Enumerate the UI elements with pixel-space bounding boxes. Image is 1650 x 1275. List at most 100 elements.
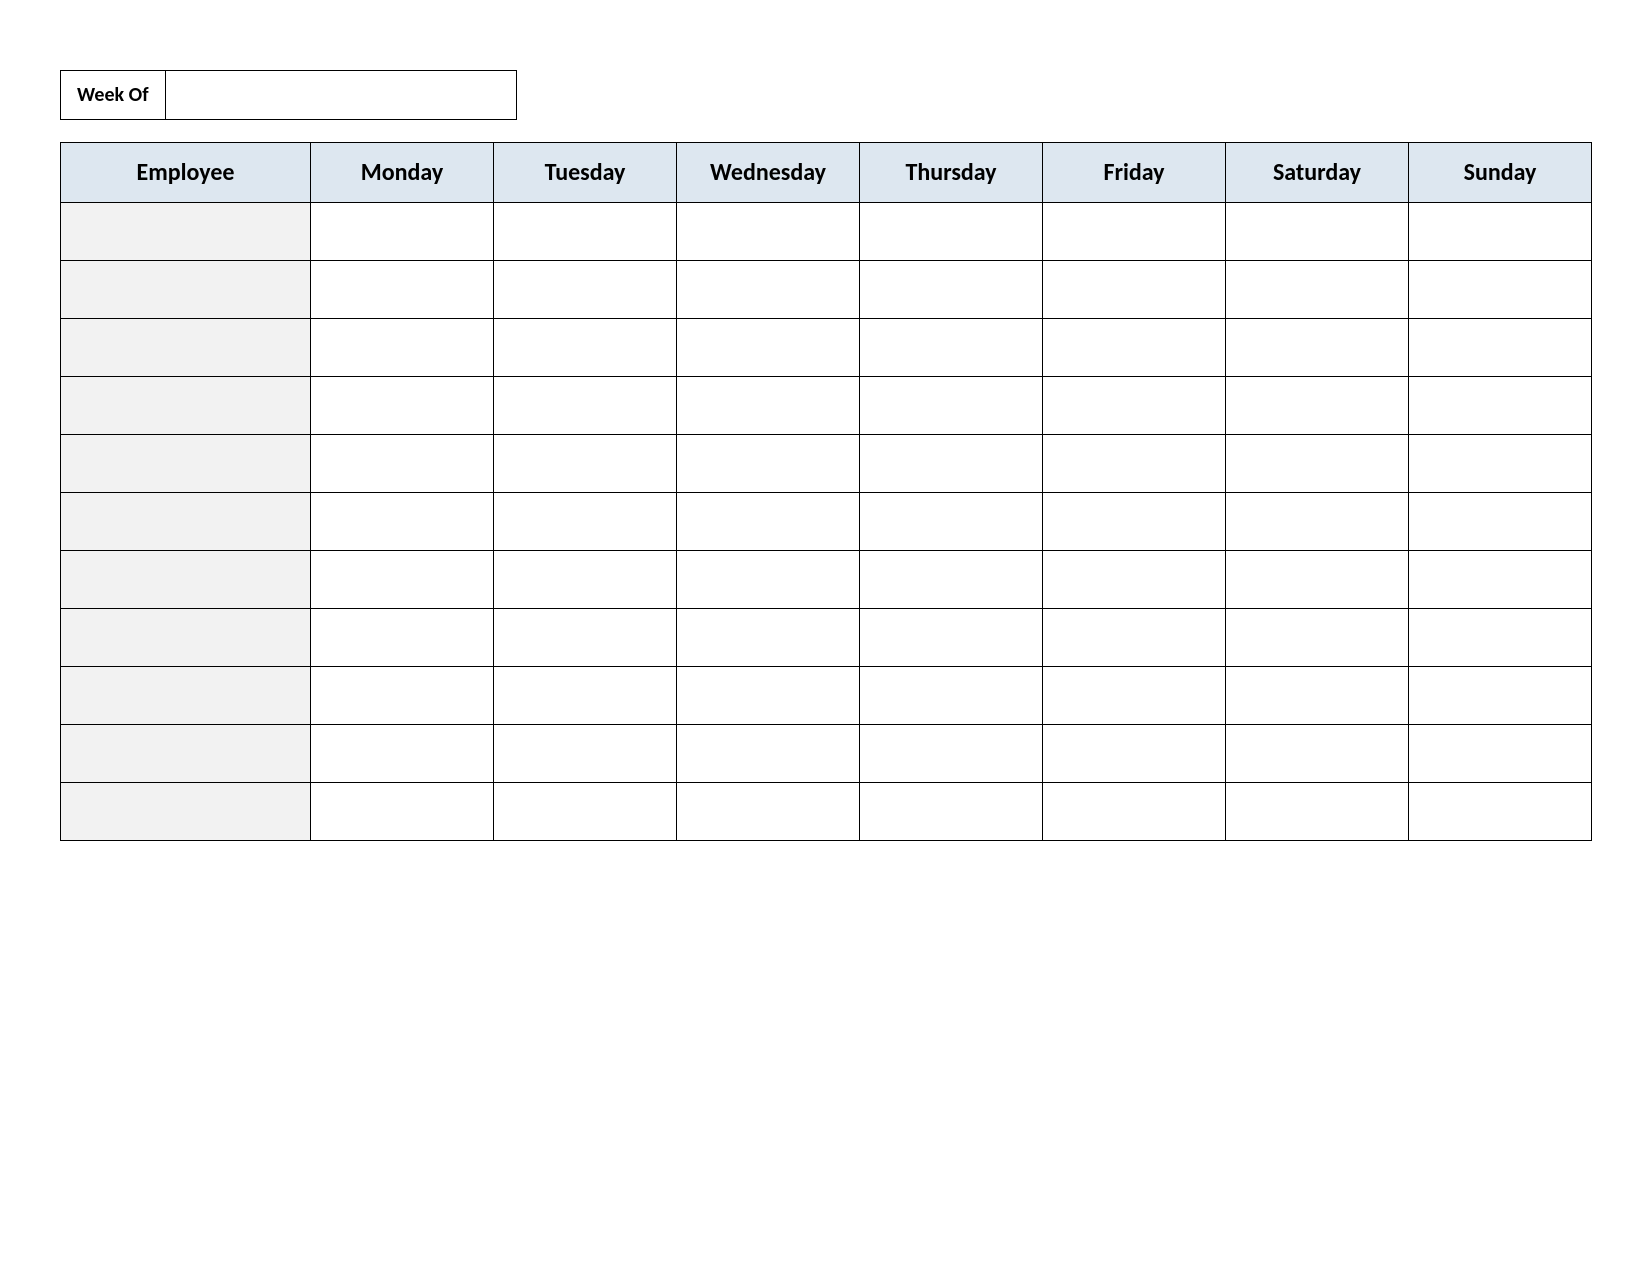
schedule-cell[interactable] [1043, 725, 1226, 783]
schedule-cell[interactable] [311, 203, 494, 261]
employee-cell[interactable] [61, 261, 311, 319]
schedule-cell[interactable] [677, 435, 860, 493]
schedule-cell[interactable] [860, 319, 1043, 377]
schedule-cell[interactable] [494, 667, 677, 725]
schedule-cell[interactable] [311, 261, 494, 319]
table-row [61, 609, 1592, 667]
schedule-cell[interactable] [1226, 493, 1409, 551]
schedule-cell[interactable] [311, 725, 494, 783]
schedule-cell[interactable] [860, 203, 1043, 261]
schedule-cell[interactable] [1409, 609, 1592, 667]
table-row [61, 493, 1592, 551]
schedule-cell[interactable] [1409, 783, 1592, 841]
schedule-cell[interactable] [1226, 725, 1409, 783]
schedule-cell[interactable] [1409, 725, 1592, 783]
schedule-cell[interactable] [311, 377, 494, 435]
schedule-cell[interactable] [311, 435, 494, 493]
schedule-cell[interactable] [1409, 203, 1592, 261]
schedule-cell[interactable] [1043, 377, 1226, 435]
schedule-cell[interactable] [677, 203, 860, 261]
employee-cell[interactable] [61, 609, 311, 667]
schedule-cell[interactable] [311, 783, 494, 841]
schedule-cell[interactable] [677, 725, 860, 783]
schedule-cell[interactable] [1409, 435, 1592, 493]
schedule-cell[interactable] [860, 377, 1043, 435]
schedule-cell[interactable] [1226, 319, 1409, 377]
schedule-cell[interactable] [1226, 783, 1409, 841]
schedule-cell[interactable] [677, 551, 860, 609]
header-sunday: Sunday [1409, 143, 1592, 203]
header-row: Employee Monday Tuesday Wednesday Thursd… [61, 143, 1592, 203]
employee-cell[interactable] [61, 551, 311, 609]
schedule-cell[interactable] [1409, 319, 1592, 377]
schedule-cell[interactable] [1409, 493, 1592, 551]
schedule-cell[interactable] [494, 203, 677, 261]
schedule-cell[interactable] [860, 261, 1043, 319]
employee-cell[interactable] [61, 783, 311, 841]
table-row [61, 261, 1592, 319]
schedule-cell[interactable] [494, 725, 677, 783]
table-row [61, 319, 1592, 377]
employee-cell[interactable] [61, 725, 311, 783]
schedule-cell[interactable] [677, 609, 860, 667]
employee-cell[interactable] [61, 493, 311, 551]
schedule-cell[interactable] [494, 783, 677, 841]
schedule-cell[interactable] [1043, 203, 1226, 261]
schedule-cell[interactable] [1409, 261, 1592, 319]
schedule-cell[interactable] [860, 551, 1043, 609]
schedule-cell[interactable] [311, 667, 494, 725]
schedule-cell[interactable] [860, 783, 1043, 841]
schedule-cell[interactable] [677, 377, 860, 435]
schedule-cell[interactable] [494, 551, 677, 609]
schedule-cell[interactable] [1226, 609, 1409, 667]
schedule-cell[interactable] [860, 493, 1043, 551]
schedule-cell[interactable] [860, 725, 1043, 783]
table-row [61, 435, 1592, 493]
employee-cell[interactable] [61, 319, 311, 377]
document-page: Week Of Employee Monday Tuesday Wednesda… [0, 0, 1650, 841]
schedule-cell[interactable] [311, 609, 494, 667]
employee-cell[interactable] [61, 435, 311, 493]
employee-cell[interactable] [61, 667, 311, 725]
schedule-cell[interactable] [1409, 377, 1592, 435]
table-row [61, 203, 1592, 261]
schedule-cell[interactable] [1409, 667, 1592, 725]
schedule-cell[interactable] [677, 319, 860, 377]
schedule-cell[interactable] [1043, 493, 1226, 551]
schedule-cell[interactable] [860, 609, 1043, 667]
schedule-cell[interactable] [1043, 261, 1226, 319]
schedule-cell[interactable] [1226, 203, 1409, 261]
employee-cell[interactable] [61, 203, 311, 261]
table-row [61, 551, 1592, 609]
schedule-cell[interactable] [1409, 551, 1592, 609]
schedule-cell[interactable] [677, 667, 860, 725]
schedule-cell[interactable] [1043, 551, 1226, 609]
schedule-cell[interactable] [860, 667, 1043, 725]
schedule-cell[interactable] [494, 261, 677, 319]
schedule-cell[interactable] [860, 435, 1043, 493]
schedule-cell[interactable] [1043, 783, 1226, 841]
schedule-cell[interactable] [1226, 377, 1409, 435]
schedule-cell[interactable] [1043, 435, 1226, 493]
schedule-cell[interactable] [494, 377, 677, 435]
schedule-cell[interactable] [1043, 609, 1226, 667]
schedule-cell[interactable] [677, 493, 860, 551]
schedule-cell[interactable] [1043, 319, 1226, 377]
schedule-cell[interactable] [311, 319, 494, 377]
schedule-cell[interactable] [1226, 667, 1409, 725]
schedule-cell[interactable] [311, 551, 494, 609]
schedule-cell[interactable] [494, 319, 677, 377]
schedule-cell[interactable] [494, 493, 677, 551]
schedule-cell[interactable] [494, 609, 677, 667]
schedule-cell[interactable] [1226, 551, 1409, 609]
employee-cell[interactable] [61, 377, 311, 435]
schedule-cell[interactable] [677, 783, 860, 841]
header-monday: Monday [311, 143, 494, 203]
schedule-cell[interactable] [1226, 435, 1409, 493]
schedule-cell[interactable] [1226, 261, 1409, 319]
week-of-value[interactable] [166, 71, 516, 119]
schedule-cell[interactable] [311, 493, 494, 551]
schedule-cell[interactable] [494, 435, 677, 493]
schedule-cell[interactable] [677, 261, 860, 319]
schedule-cell[interactable] [1043, 667, 1226, 725]
